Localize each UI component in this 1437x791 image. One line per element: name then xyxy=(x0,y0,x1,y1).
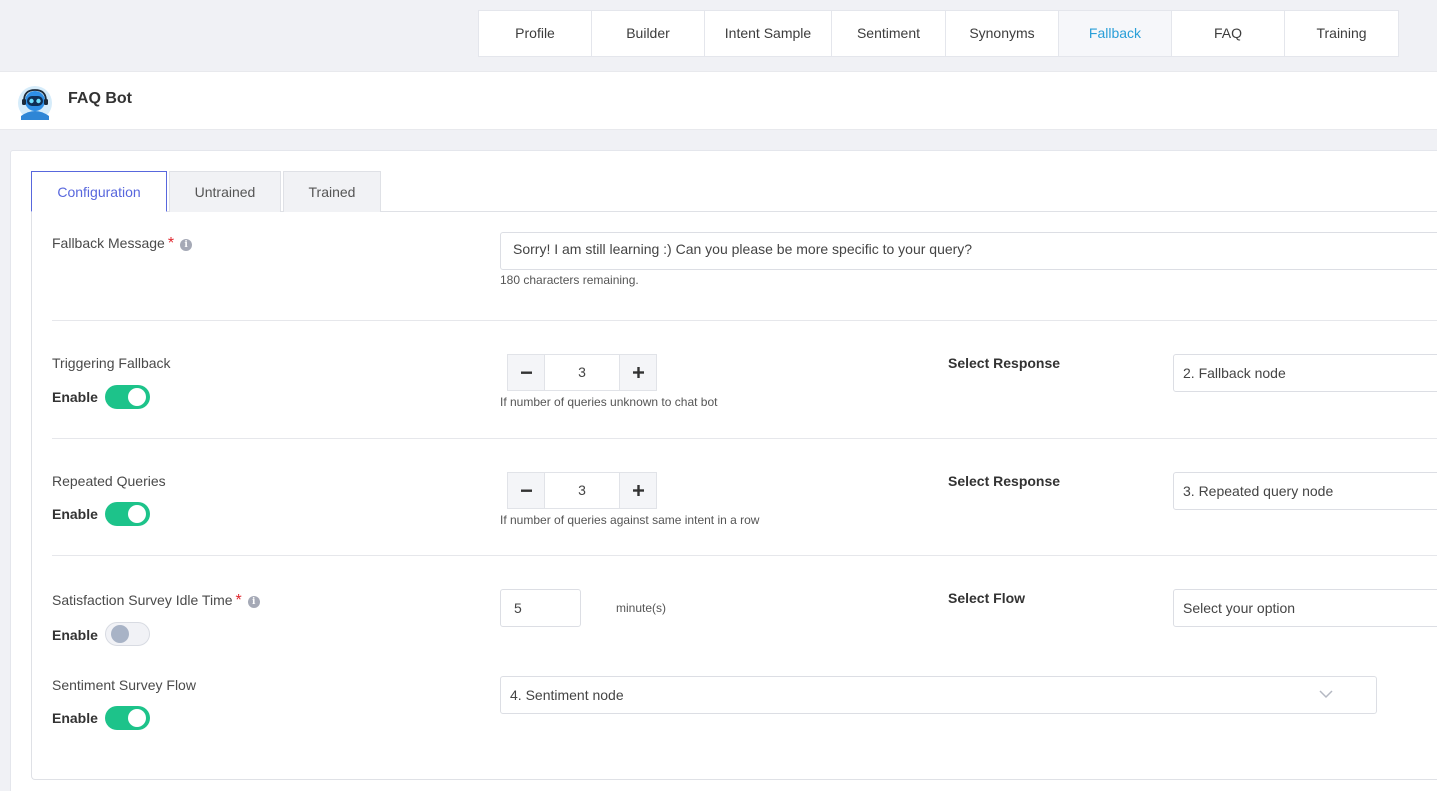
tab-intent-sample[interactable]: Intent Sample xyxy=(705,11,832,56)
fallback-message-input[interactable]: Sorry! I am still learning :) Can you pl… xyxy=(500,232,1437,270)
decrement-button[interactable] xyxy=(508,473,544,508)
subtab-untrained[interactable]: Untrained xyxy=(169,171,281,212)
characters-remaining: 180 characters remaining. xyxy=(500,273,639,287)
survey-idle-toggle[interactable] xyxy=(105,622,150,646)
sentiment-flow-value: 4. Sentiment node xyxy=(510,687,624,703)
triggering-fallback-stepper: 3 xyxy=(507,354,657,391)
tab-training[interactable]: Training xyxy=(1285,11,1398,56)
subtab-trained[interactable]: Trained xyxy=(283,171,381,212)
fallback-response-select[interactable]: 2. Fallback node xyxy=(1173,354,1437,392)
bot-header: FAQ Bot xyxy=(0,71,1437,130)
fallback-message-label-group: Fallback Message * i xyxy=(52,235,193,253)
page-title: FAQ Bot xyxy=(68,90,132,107)
divider xyxy=(52,438,1437,439)
plus-icon xyxy=(632,485,644,496)
survey-flow-select[interactable]: Select your option xyxy=(1173,589,1437,627)
select-response-label: Select Response xyxy=(948,473,1061,489)
enable-label: Enable xyxy=(52,506,98,522)
repeated-queries-toggle[interactable] xyxy=(105,502,150,526)
tab-synonyms[interactable]: Synonyms xyxy=(946,11,1059,56)
tab-faq[interactable]: FAQ xyxy=(1172,11,1285,56)
sentiment-flow-toggle[interactable] xyxy=(105,706,150,730)
chevron-down-icon xyxy=(1319,690,1333,699)
top-nav: Profile Builder Intent Sample Sentiment … xyxy=(478,10,1399,57)
repeated-queries-count[interactable]: 3 xyxy=(544,473,620,508)
required-mark: * xyxy=(167,235,175,252)
divider xyxy=(52,320,1437,321)
idle-time-input[interactable]: 5 xyxy=(500,589,581,627)
minus-icon xyxy=(520,371,532,374)
select-flow-label: Select Flow xyxy=(948,590,1026,606)
increment-button[interactable] xyxy=(620,355,656,390)
subtab-configuration[interactable]: Configuration xyxy=(31,171,167,212)
info-icon[interactable]: i xyxy=(180,239,193,251)
survey-idle-label-group: Satisfaction Survey Idle Time * i xyxy=(52,592,260,610)
tab-sentiment[interactable]: Sentiment xyxy=(832,11,946,56)
enable-label: Enable xyxy=(52,627,98,643)
divider xyxy=(52,555,1437,556)
idle-time-unit: minute(s) xyxy=(616,601,667,615)
repeated-queries-hint: If number of queries against same intent… xyxy=(500,513,760,527)
repeated-response-select[interactable]: 3. Repeated query node xyxy=(1173,472,1437,510)
sub-tabs: Configuration Untrained Trained xyxy=(31,171,383,212)
tab-profile[interactable]: Profile xyxy=(479,11,592,56)
triggering-fallback-label: Triggering Fallback xyxy=(52,355,171,371)
plus-icon xyxy=(632,367,644,378)
sentiment-flow-select[interactable]: 4. Sentiment node xyxy=(500,676,1377,714)
repeated-queries-stepper: 3 xyxy=(507,472,657,509)
sentiment-flow-label: Sentiment Survey Flow xyxy=(52,677,196,693)
tab-fallback[interactable]: Fallback xyxy=(1059,11,1172,56)
info-icon[interactable]: i xyxy=(247,596,260,608)
tab-builder[interactable]: Builder xyxy=(592,11,705,56)
fallback-message-label: Fallback Message xyxy=(52,235,165,251)
repeated-queries-label: Repeated Queries xyxy=(52,473,166,489)
select-response-label: Select Response xyxy=(948,355,1061,371)
required-mark: * xyxy=(235,592,242,609)
survey-idle-label: Satisfaction Survey Idle Time xyxy=(52,592,233,608)
robot-avatar-icon xyxy=(18,86,52,120)
triggering-fallback-hint: If number of queries unknown to chat bot xyxy=(500,395,718,409)
decrement-button[interactable] xyxy=(508,355,544,390)
increment-button[interactable] xyxy=(620,473,656,508)
triggering-fallback-count[interactable]: 3 xyxy=(544,355,620,390)
enable-label: Enable xyxy=(52,710,98,726)
triggering-fallback-toggle[interactable] xyxy=(105,385,150,409)
minus-icon xyxy=(520,489,532,492)
enable-label: Enable xyxy=(52,389,98,405)
